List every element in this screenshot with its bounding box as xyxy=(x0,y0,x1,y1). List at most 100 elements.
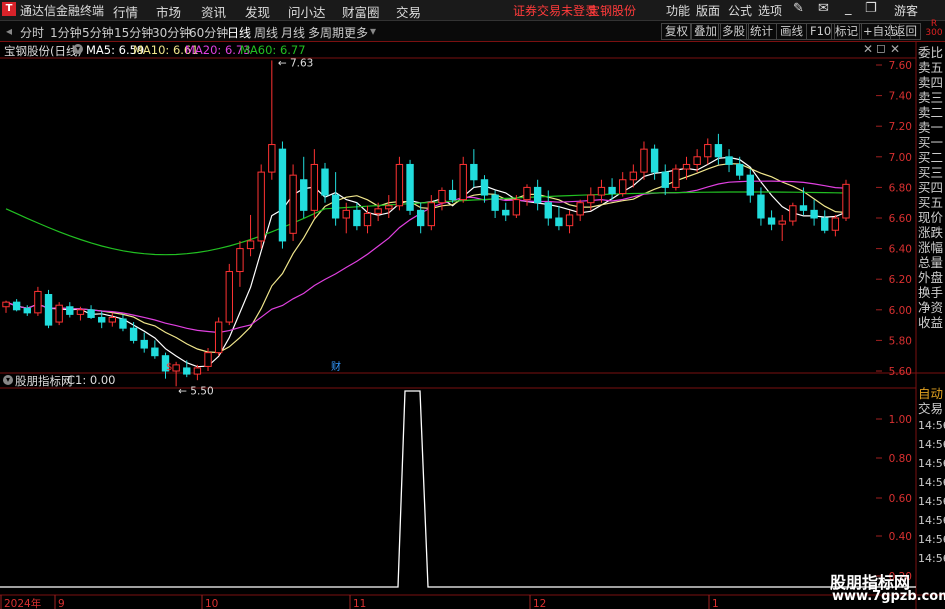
candle-body xyxy=(448,189,457,201)
period-60min[interactable]: 60分钟 xyxy=(189,24,228,41)
candle-body xyxy=(799,205,808,211)
btn-huaxian[interactable]: 画线 xyxy=(776,23,807,40)
side-zidong[interactable]: 自动 xyxy=(918,386,945,401)
candle-body xyxy=(704,144,712,158)
chevron-down-icon[interactable]: ▾ xyxy=(73,44,83,54)
close-icon[interactable]: ✕ xyxy=(890,42,900,56)
xtick-label: 10 xyxy=(205,598,218,609)
candle-body xyxy=(395,163,404,207)
period-weekly[interactable]: 周线 xyxy=(254,24,278,41)
quote-side-panel: 委比 卖五 卖四 卖三 卖二 卖一 买一 买二 买三 买四 买五 现价 涨跌 涨幅 总量 外盘 换手 净资 收益 xyxy=(918,45,945,330)
settings-gear-icon[interactable]: ✕ xyxy=(863,42,873,56)
indicator-pane: 1.000.800.600.400.20 xyxy=(0,390,916,588)
candle-body xyxy=(767,217,776,225)
menu-item-jiaoyi[interactable]: 交易 xyxy=(396,2,421,21)
btn-fuquan[interactable]: 复权 xyxy=(661,23,692,40)
ytick-label: 7.20 xyxy=(889,121,912,133)
ytick-label: 7.40 xyxy=(889,91,912,103)
quote-field-7: 买二 xyxy=(918,150,944,165)
candle-body xyxy=(672,168,680,188)
period-more[interactable]: 更多 xyxy=(344,24,368,41)
menu-item-shichang[interactable]: 市场 xyxy=(156,2,181,21)
menu-item-hangqing[interactable]: 行情 xyxy=(113,2,138,21)
btn-back[interactable]: 返回 xyxy=(890,23,921,40)
tool-gongshi[interactable]: 公式 xyxy=(728,2,752,19)
candle-body xyxy=(331,194,340,219)
tool-xuanxiang[interactable]: 选项 xyxy=(758,2,782,19)
kline-chart[interactable]: 7.60 7.40 7.20 7.00 6.80 6.60 6.40 6.20 6.00 5.80… xyxy=(0,42,945,609)
ma60-label: MA60: 6.77 xyxy=(240,43,306,57)
period-1min[interactable]: 1分钟 xyxy=(50,24,82,41)
period-daily[interactable]: 日线 xyxy=(227,24,251,41)
candle-body xyxy=(842,183,850,219)
candle-body xyxy=(789,205,797,222)
candle-body xyxy=(278,148,287,242)
candle-body xyxy=(533,186,542,204)
zoom-box-icon[interactable]: ◻ xyxy=(876,41,886,55)
quote-field-18: 收益 xyxy=(918,315,944,330)
candle-body xyxy=(512,199,521,216)
candle-body xyxy=(66,306,74,315)
ind-ytick-label: 0.40 xyxy=(889,531,912,543)
candle-body xyxy=(491,194,499,211)
trade-login-warning[interactable]: 证券交易未登录 xyxy=(513,2,597,19)
chevron-down-icon[interactable]: ▾ xyxy=(3,375,13,385)
side-jiaoyi[interactable]: 交易 xyxy=(918,401,945,416)
candle-body xyxy=(321,168,329,196)
menu-item-zixun[interactable]: 资讯 xyxy=(201,2,226,21)
btn-biaoji[interactable]: 标记 xyxy=(831,23,862,40)
btn-tongji[interactable]: 统计 xyxy=(746,23,777,40)
trade-time-2: 14:56 xyxy=(918,457,945,470)
ytick-label: 6.40 xyxy=(889,244,912,256)
restore-icon[interactable]: ❐ xyxy=(865,1,877,16)
candle-body xyxy=(119,318,127,329)
btn-diejia[interactable]: 叠加 xyxy=(690,23,721,40)
candle-body xyxy=(629,171,638,181)
skin-icon[interactable]: ✎ xyxy=(793,1,804,16)
candle-body xyxy=(23,307,31,314)
candles-group xyxy=(2,60,850,387)
quote-field-13: 涨幅 xyxy=(918,240,944,255)
candle-body xyxy=(480,179,489,196)
period-fenshi[interactable]: 分时 xyxy=(20,24,44,41)
tool-banmian[interactable]: 版面 xyxy=(696,2,720,19)
period-multi[interactable]: 多周期 xyxy=(308,24,344,41)
candle-body xyxy=(12,301,21,311)
period-30min[interactable]: 30分钟 xyxy=(152,24,191,41)
menu-item-caifuquan[interactable]: 财富圈 xyxy=(342,2,380,21)
period-monthly[interactable]: 月线 xyxy=(281,24,305,41)
quote-field-2: 卖四 xyxy=(918,75,944,90)
menu-item-wenxiaoda[interactable]: 问小达 xyxy=(288,2,326,21)
candle-body xyxy=(310,163,319,211)
btn-duogu[interactable]: 多股 xyxy=(718,23,749,40)
candle-body xyxy=(55,304,63,323)
quote-field-10: 买五 xyxy=(918,195,944,210)
candle-body xyxy=(246,240,255,250)
ind-ytick-label: 1.00 xyxy=(889,414,912,426)
user-label[interactable]: 游客 xyxy=(894,2,918,19)
xtick-label: 9 xyxy=(58,598,65,609)
candle-body xyxy=(438,189,446,204)
indicator-name[interactable]: 股朋指标网 xyxy=(15,373,73,389)
period-arrow-icon[interactable]: ◂ xyxy=(6,24,12,38)
ytick-label: 6.20 xyxy=(889,274,912,286)
minimize-icon[interactable]: _ xyxy=(845,1,852,16)
candle-body xyxy=(576,202,584,216)
low-price-label: ← 5.50 xyxy=(178,385,214,397)
date-axis: 2024年 9 10 11 12 1 xyxy=(0,595,719,609)
period-15min[interactable]: 15分钟 xyxy=(114,24,153,41)
tool-gongneng[interactable]: 功能 xyxy=(666,2,690,19)
menu-item-faxian[interactable]: 发现 xyxy=(245,2,270,21)
period-5min[interactable]: 5分钟 xyxy=(82,24,114,41)
current-stock-name: 宝钢股份 xyxy=(588,4,637,18)
chevron-down-icon[interactable]: ▾ xyxy=(370,24,376,38)
candle-body xyxy=(502,209,510,216)
quote-field-9: 买四 xyxy=(918,180,944,195)
candle-body xyxy=(98,316,106,323)
candle-body xyxy=(523,186,531,201)
chart-header-name[interactable]: 宝钢股份(日线) xyxy=(4,43,82,59)
mail-icon[interactable]: ✉ xyxy=(818,1,829,16)
quote-field-8: 买三 xyxy=(918,165,944,180)
quote-field-17: 净资 xyxy=(918,300,944,315)
candle-body xyxy=(385,205,393,210)
